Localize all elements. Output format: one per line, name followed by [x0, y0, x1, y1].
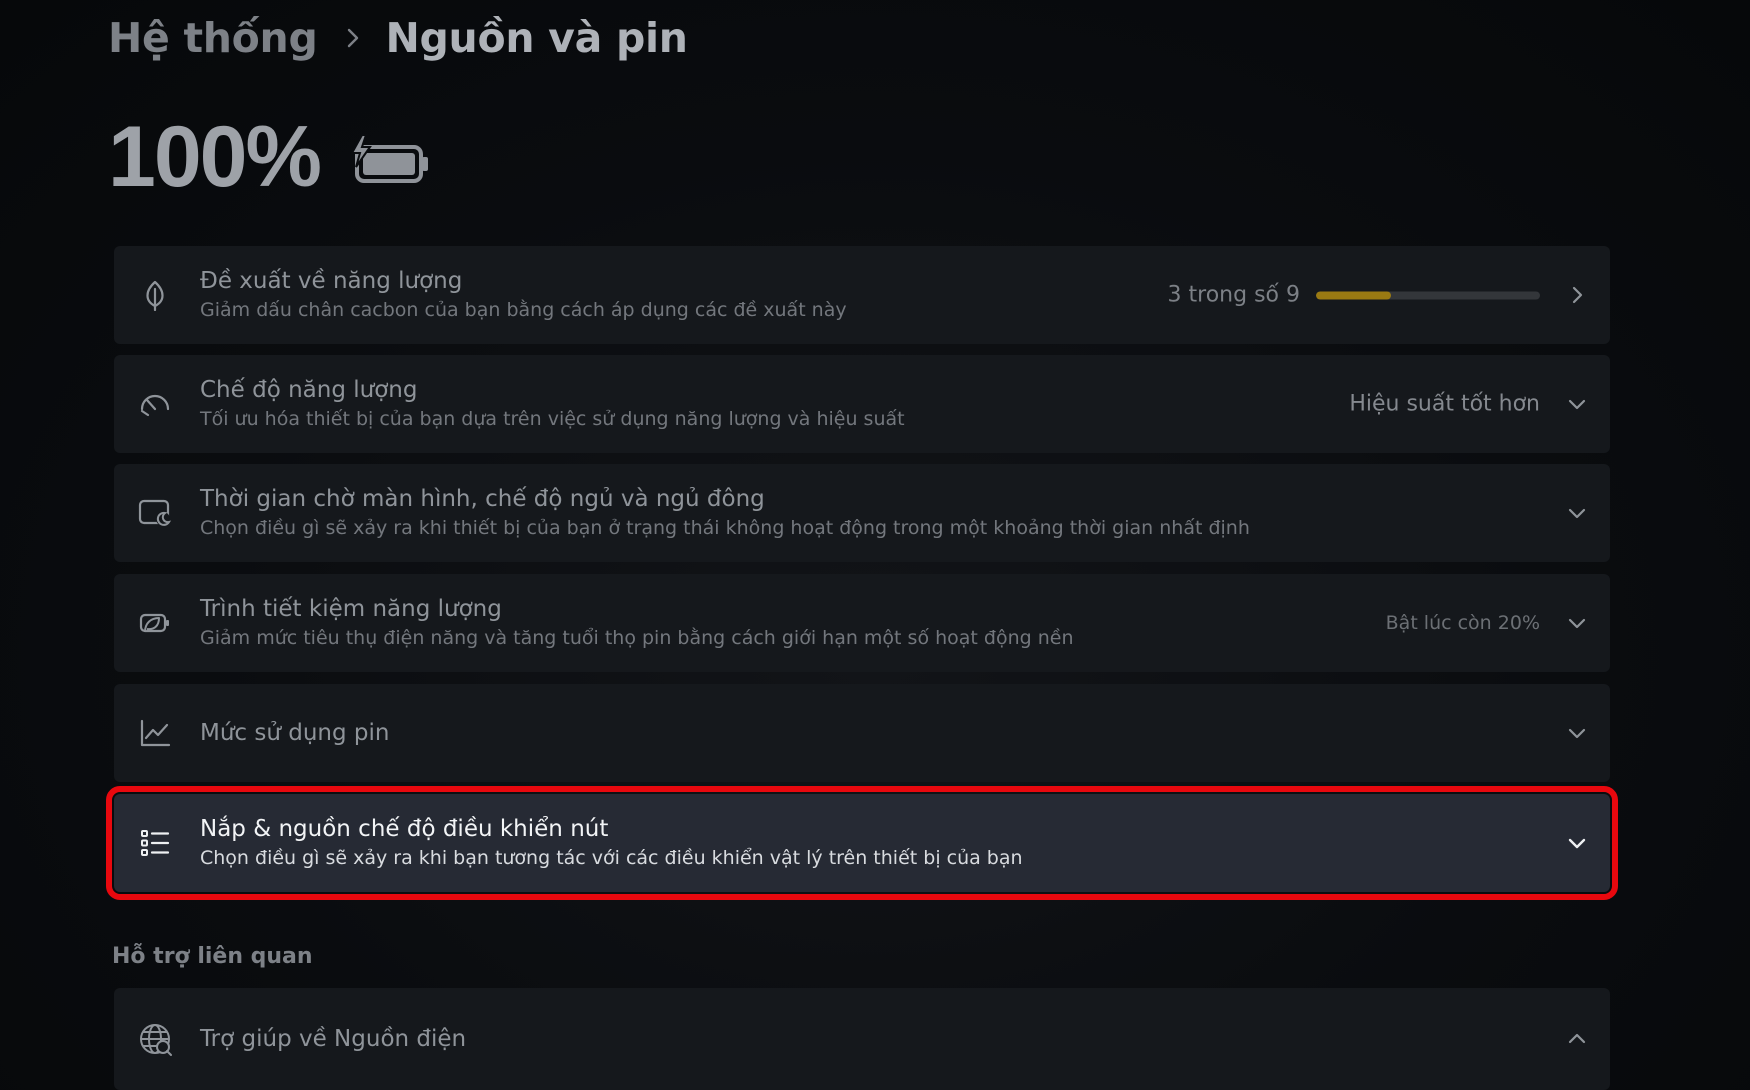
breadcrumb-parent[interactable]: Hệ thống — [108, 14, 318, 62]
setting-subtitle: Chọn điều gì sẽ xảy ra khi bạn tương tác… — [200, 847, 1023, 869]
chevron-right-icon — [346, 27, 360, 49]
battery-usage-card[interactable]: Mức sử dụng pin — [114, 684, 1610, 782]
setting-title: Đề xuất về năng lượng — [200, 268, 463, 294]
power-mode-card[interactable]: Chế độ năng lượng Tối ưu hóa thiết bị củ… — [114, 355, 1610, 453]
breadcrumb: Hệ thống Nguồn và pin — [108, 14, 688, 62]
screen-moon-icon — [138, 496, 172, 530]
chevron-down-icon[interactable] — [1566, 393, 1588, 415]
chevron-down-icon[interactable] — [1566, 612, 1588, 634]
power-help-card[interactable]: Trợ giúp về Nguồn điện — [114, 988, 1610, 1090]
battery-charging-icon — [348, 133, 432, 193]
globe-icon — [138, 1022, 172, 1056]
energy-saver-card[interactable]: Trình tiết kiệm năng lượng Giảm mức tiêu… — [114, 574, 1610, 672]
progress-label: 3 trong số 9 — [1167, 282, 1300, 308]
chevron-down-icon[interactable] — [1566, 722, 1588, 744]
setting-subtitle: Giảm mức tiêu thụ điện năng và tăng tuổi… — [200, 627, 1074, 649]
list-icon — [138, 826, 172, 860]
progress-fill — [1316, 291, 1391, 299]
line-chart-icon — [138, 716, 172, 750]
recommendations-progress: 3 trong số 9 — [1168, 283, 1540, 308]
setting-subtitle: Chọn điều gì sẽ xảy ra khi thiết bị của … — [200, 517, 1250, 539]
chevron-up-icon[interactable] — [1566, 1028, 1588, 1050]
lid-power-buttons-card[interactable]: Nắp & nguồn chế độ điều khiển nút Chọn đ… — [106, 786, 1618, 900]
leaf-icon — [138, 278, 172, 312]
setting-title: Nắp & nguồn chế độ điều khiển nút — [200, 816, 609, 842]
power-mode-select-value[interactable]: Hiệu suất tốt hơn — [1349, 392, 1540, 417]
gauge-icon — [138, 387, 172, 421]
chevron-down-icon[interactable] — [1566, 502, 1588, 524]
settings-page: Hệ thống Nguồn và pin 100% Đề xuất về nă… — [0, 0, 1750, 1090]
chevron-right-icon — [1566, 284, 1588, 306]
setting-title: Trợ giúp về Nguồn điện — [200, 1026, 467, 1052]
setting-title: Trình tiết kiệm năng lượng — [200, 596, 502, 622]
setting-subtitle: Tối ưu hóa thiết bị của bạn dựa trên việ… — [200, 408, 905, 430]
setting-title: Chế độ năng lượng — [200, 377, 418, 403]
setting-subtitle: Giảm dấu chân cacbon của bạn bằng cách á… — [200, 299, 847, 321]
battery-status: 100% — [108, 108, 432, 207]
energy-saver-status: Bật lúc còn 20% — [1385, 612, 1540, 634]
setting-title: Thời gian chờ màn hình, chế độ ngủ và ng… — [200, 486, 765, 512]
section-heading: Hỗ trợ liên quan — [112, 944, 313, 969]
battery-saver-icon — [138, 606, 172, 640]
progress-bar — [1316, 291, 1540, 299]
battery-percent: 100% — [108, 109, 322, 205]
chevron-down-icon[interactable] — [1566, 832, 1588, 854]
screen-sleep-card[interactable]: Thời gian chờ màn hình, chế độ ngủ và ng… — [114, 464, 1610, 562]
setting-title: Mức sử dụng pin — [200, 720, 390, 746]
page-title: Nguồn và pin — [385, 14, 688, 62]
energy-recommendations-card[interactable]: Đề xuất về năng lượng Giảm dấu chân cacb… — [114, 246, 1610, 344]
